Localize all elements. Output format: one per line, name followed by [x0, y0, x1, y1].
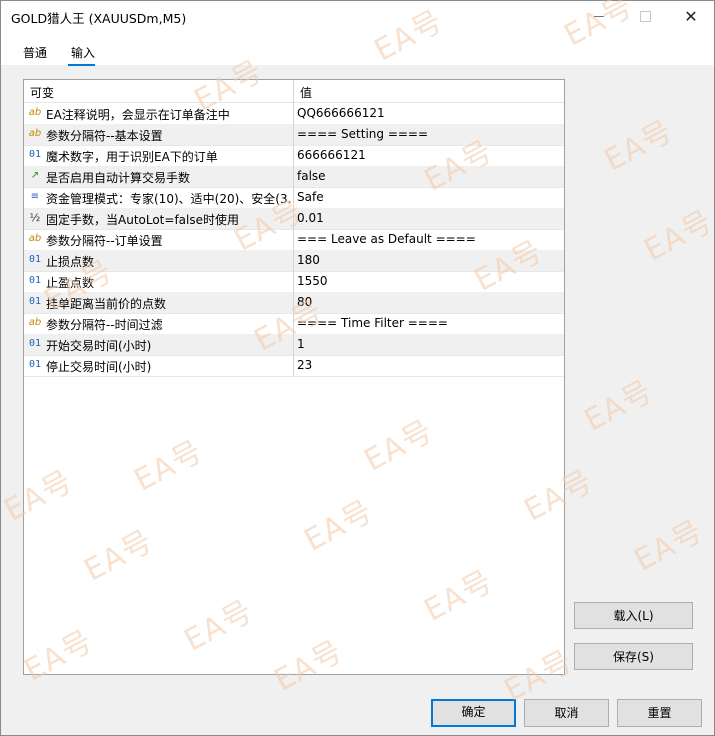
- watermark-text: EA号: [598, 113, 680, 179]
- parameter-row[interactable]: ½ 固定手数，当AutoLot=false时使用 0.01: [24, 208, 564, 230]
- close-icon: ✕: [684, 6, 698, 26]
- save-button[interactable]: 保存(S): [574, 643, 693, 670]
- parameter-value[interactable]: Safe: [297, 190, 557, 204]
- parameter-name: 参数分隔符--基本设置: [46, 129, 163, 143]
- parameter-row[interactable]: 01 挂单距离当前价的点数 80: [24, 292, 564, 314]
- dialog-window: GOLD猎人王 (XAUUSDm,M5) ✕ 普通 输入 可变 值 ab EA注释…: [0, 0, 715, 736]
- parameter-value[interactable]: QQ666666121: [297, 106, 557, 120]
- parameter-name: 参数分隔符--订单设置: [46, 234, 163, 248]
- boolean-type-icon: ↗: [30, 170, 40, 181]
- parameter-name: 停止交易时间(小时): [46, 360, 152, 374]
- integer-type-icon: 01: [28, 359, 42, 370]
- column-divider[interactable]: [293, 80, 294, 376]
- minimize-icon: [594, 15, 604, 17]
- reset-button[interactable]: 重置: [617, 699, 702, 727]
- integer-type-icon: 01: [28, 296, 42, 307]
- parameter-row[interactable]: 01 魔术数字，用于识别EA下的订单 666666121: [24, 145, 564, 167]
- parameter-value[interactable]: 666666121: [297, 148, 557, 162]
- parameter-name: 止盈点数: [46, 276, 95, 290]
- string-type-icon: ab: [28, 233, 42, 244]
- parameter-row[interactable]: ab 参数分隔符--基本设置 ==== Setting ====: [24, 124, 564, 146]
- active-tab-indicator: [68, 64, 95, 66]
- string-type-icon: ab: [28, 107, 42, 118]
- tab-inputs[interactable]: 输入: [71, 44, 95, 61]
- integer-type-icon: 01: [28, 254, 42, 265]
- parameter-value[interactable]: ==== Time Filter ====: [297, 316, 557, 330]
- tab-bar: 普通 输入: [1, 31, 714, 66]
- parameter-row[interactable]: ab 参数分隔符--订单设置 === Leave as Default ====: [24, 229, 564, 251]
- parameter-name: 止损点数: [46, 255, 95, 269]
- watermark-text: EA号: [638, 203, 715, 269]
- parameter-row[interactable]: 01 停止交易时间(小时) 23: [24, 355, 564, 377]
- ok-button[interactable]: 确定: [431, 699, 516, 727]
- cancel-button[interactable]: 取消: [524, 699, 609, 727]
- watermark-text: EA号: [628, 513, 710, 579]
- parameter-row[interactable]: ≡ 资金管理模式：专家(10)、适中(20)、安全(3... Safe: [24, 187, 564, 209]
- tab-general[interactable]: 普通: [23, 44, 47, 61]
- parameter-row[interactable]: ↗ 是否启用自动计算交易手数 false: [24, 166, 564, 188]
- grid-header: 可变 值: [24, 80, 564, 103]
- parameter-value[interactable]: ==== Setting ====: [297, 127, 557, 141]
- inputs-grid: 可变 值 ab EA注释说明，会显示在订单备注中 QQ666666121 ab 参数分隔…: [23, 79, 565, 675]
- watermark-text: EA号: [578, 373, 660, 439]
- double-type-icon: ½: [29, 211, 41, 224]
- minimize-button[interactable]: [576, 1, 622, 31]
- parameter-row[interactable]: 01 止盈点数 1550: [24, 271, 564, 293]
- maximize-button[interactable]: [622, 1, 668, 31]
- string-type-icon: ab: [28, 128, 42, 139]
- parameter-row[interactable]: ab 参数分隔符--时间过滤 ==== Time Filter ====: [24, 313, 564, 335]
- parameter-value[interactable]: 0.01: [297, 211, 557, 225]
- parameter-value[interactable]: === Leave as Default ====: [297, 232, 557, 246]
- string-type-icon: ab: [28, 317, 42, 328]
- parameter-value[interactable]: 80: [297, 295, 557, 309]
- load-button[interactable]: 载入(L): [574, 602, 693, 629]
- parameter-name: 资金管理模式：专家(10)、适中(20)、安全(3...: [46, 192, 291, 206]
- window-title: GOLD猎人王 (XAUUSDm,M5): [11, 11, 187, 26]
- parameter-name: 挂单距离当前价的点数: [46, 297, 167, 311]
- parameter-value[interactable]: 180: [297, 253, 557, 267]
- parameter-value[interactable]: 23: [297, 358, 557, 372]
- column-header-value[interactable]: 值: [300, 84, 312, 101]
- parameter-name: 固定手数，当AutoLot=false时使用: [46, 213, 239, 227]
- parameter-name: 开始交易时间(小时): [46, 339, 152, 353]
- maximize-icon: [639, 10, 651, 22]
- parameter-name: EA注释说明，会显示在订单备注中: [46, 108, 230, 122]
- parameter-value[interactable]: 1550: [297, 274, 557, 288]
- close-button[interactable]: ✕: [668, 1, 714, 31]
- integer-type-icon: 01: [28, 149, 42, 160]
- parameter-row[interactable]: 01 止损点数 180: [24, 250, 564, 272]
- integer-type-icon: 01: [28, 275, 42, 286]
- parameter-name: 魔术数字，用于识别EA下的订单: [46, 150, 218, 164]
- parameter-row[interactable]: ab EA注释说明，会显示在订单备注中 QQ666666121: [24, 103, 564, 125]
- column-header-variable[interactable]: 可变: [30, 84, 54, 101]
- integer-type-icon: 01: [28, 338, 42, 349]
- parameter-name: 参数分隔符--时间过滤: [46, 318, 163, 332]
- enum-type-icon: ≡: [30, 191, 40, 202]
- parameter-row[interactable]: 01 开始交易时间(小时) 1: [24, 334, 564, 356]
- title-bar[interactable]: GOLD猎人王 (XAUUSDm,M5) ✕: [1, 1, 714, 31]
- parameter-value[interactable]: 1: [297, 337, 557, 351]
- parameter-value[interactable]: false: [297, 169, 557, 183]
- parameter-name: 是否启用自动计算交易手数: [46, 171, 191, 185]
